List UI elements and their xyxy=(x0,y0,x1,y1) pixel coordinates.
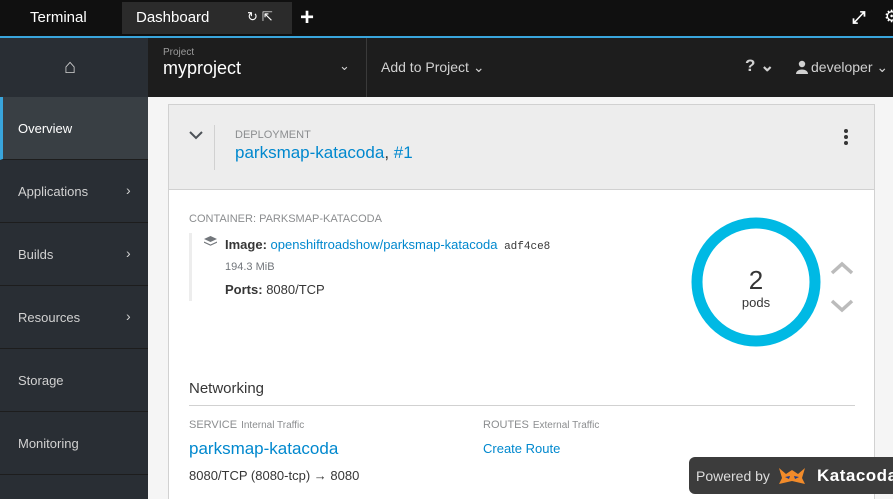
image-link[interactable]: openshiftroadshow/parksmap-katacoda xyxy=(271,237,498,252)
tab-terminal[interactable]: Terminal xyxy=(16,2,101,34)
sidebar-item-builds[interactable]: Builds › xyxy=(0,223,148,286)
layers-icon xyxy=(204,236,217,251)
ports-value: 8080/TCP xyxy=(266,282,325,297)
powered-by-text: Powered by xyxy=(696,468,770,484)
sidebar-item-label: Overview xyxy=(18,121,73,136)
scale-down-icon[interactable] xyxy=(830,293,854,319)
sidebar-item-label: Storage xyxy=(18,373,64,388)
scale-up-icon[interactable] xyxy=(830,255,854,281)
powered-by-badge[interactable]: Powered by Katacoda xyxy=(689,457,893,494)
project-selector[interactable]: Project myproject ⌄ xyxy=(148,38,367,97)
image-size: 194.3 MiB xyxy=(225,261,275,273)
add-tab-icon[interactable]: + xyxy=(300,4,314,32)
open-external-icon[interactable]: ⇱ xyxy=(262,9,277,24)
sidebar-item-applications[interactable]: Applications › xyxy=(0,160,148,223)
user-name: developer ⌄ xyxy=(811,59,889,75)
project-label: Project xyxy=(163,47,195,58)
service-label: SERVICE Internal Traffic xyxy=(189,419,304,431)
sidebar-item-label: Monitoring xyxy=(18,436,79,451)
container-info: Image: openshiftroadshow/parksmap-kataco… xyxy=(189,233,589,301)
service-label-text: SERVICE xyxy=(189,419,238,431)
sidebar-item-label: Applications xyxy=(18,184,89,199)
sidebar-item-storage[interactable]: Storage xyxy=(0,349,148,412)
user-icon xyxy=(796,60,808,74)
help-icon[interactable]: ? ⌄ xyxy=(745,56,774,76)
fullscreen-icon[interactable]: ⤢ xyxy=(852,8,866,28)
sidebar-item-monitoring[interactable]: Monitoring xyxy=(0,412,148,475)
service-ports: 8080/TCP (8080-tcp) → 8080 xyxy=(189,468,360,483)
routes-label: ROUTES External Traffic xyxy=(483,419,599,431)
sidebar-item-label: Builds xyxy=(18,247,54,262)
chevron-right-icon: › xyxy=(126,182,131,198)
deployment-header: DEPLOYMENT parksmap-katacoda, #1 xyxy=(169,105,874,190)
refresh-icon[interactable]: ↻ xyxy=(247,9,262,24)
container-label: CONTAINER: PARKSMAP-KATACODA xyxy=(189,213,382,225)
project-name: myproject xyxy=(163,58,242,78)
deployment-revision-link[interactable]: #1 xyxy=(394,143,413,162)
chevron-down-icon[interactable] xyxy=(189,127,203,144)
deployment-panel: DEPLOYMENT parksmap-katacoda, #1 CONTAIN… xyxy=(168,104,875,499)
deployment-title: parksmap-katacoda, #1 xyxy=(235,143,413,162)
katacoda-brand: Katacoda xyxy=(817,466,893,485)
service-name-link[interactable]: parksmap-katacoda xyxy=(189,439,338,459)
networking-title: Networking xyxy=(189,380,265,397)
katacoda-logo-icon xyxy=(779,468,805,484)
home-button[interactable]: ⌂ xyxy=(0,38,148,97)
sidebar-item-overview[interactable]: Overview xyxy=(0,97,148,160)
routes-sub-label: External Traffic xyxy=(532,420,600,431)
chevron-right-icon: › xyxy=(126,308,131,324)
chevron-right-icon: › xyxy=(126,245,131,261)
image-label: Image: xyxy=(225,237,267,252)
home-icon: ⌂ xyxy=(64,56,77,78)
create-route-link[interactable]: Create Route xyxy=(483,441,560,456)
tab-actions: ↻⇱ xyxy=(247,9,277,25)
deployment-name-link[interactable]: parksmap-katacoda xyxy=(235,143,384,162)
divider xyxy=(214,125,215,170)
routes-label-text: ROUTES xyxy=(483,419,529,431)
pod-count: 2 xyxy=(748,265,764,295)
gear-icon[interactable]: ⚙ xyxy=(884,7,893,27)
sidebar-item-label: Resources xyxy=(18,310,81,325)
user-menu[interactable]: developer ⌄ xyxy=(796,59,888,76)
image-row: Image: openshiftroadshow/parksmap-kataco… xyxy=(225,237,550,253)
image-hash: adf4ce8 xyxy=(504,241,551,253)
chevron-down-icon: ⌄ xyxy=(339,58,350,73)
kebab-menu-icon[interactable] xyxy=(843,129,849,148)
service-sub-label: Internal Traffic xyxy=(241,420,305,431)
add-to-project-button[interactable]: Add to Project ⌄ xyxy=(381,59,485,76)
ports-label: Ports: xyxy=(225,282,263,297)
deployment-label: DEPLOYMENT xyxy=(235,129,311,141)
divider xyxy=(189,405,855,406)
top-tab-bar: Terminal Dashboard ↻⇱ + ⤢ ⚙ xyxy=(0,0,893,36)
pod-label: pods xyxy=(741,295,771,310)
sidebar-item-resources[interactable]: Resources › xyxy=(0,286,148,349)
sidebar: Overview Applications › Builds › Resourc… xyxy=(0,97,148,499)
ports-row: Ports: 8080/TCP xyxy=(225,282,325,297)
console-header: ⌂ Project myproject ⌄ Add to Project ⌄ ?… xyxy=(0,36,893,97)
